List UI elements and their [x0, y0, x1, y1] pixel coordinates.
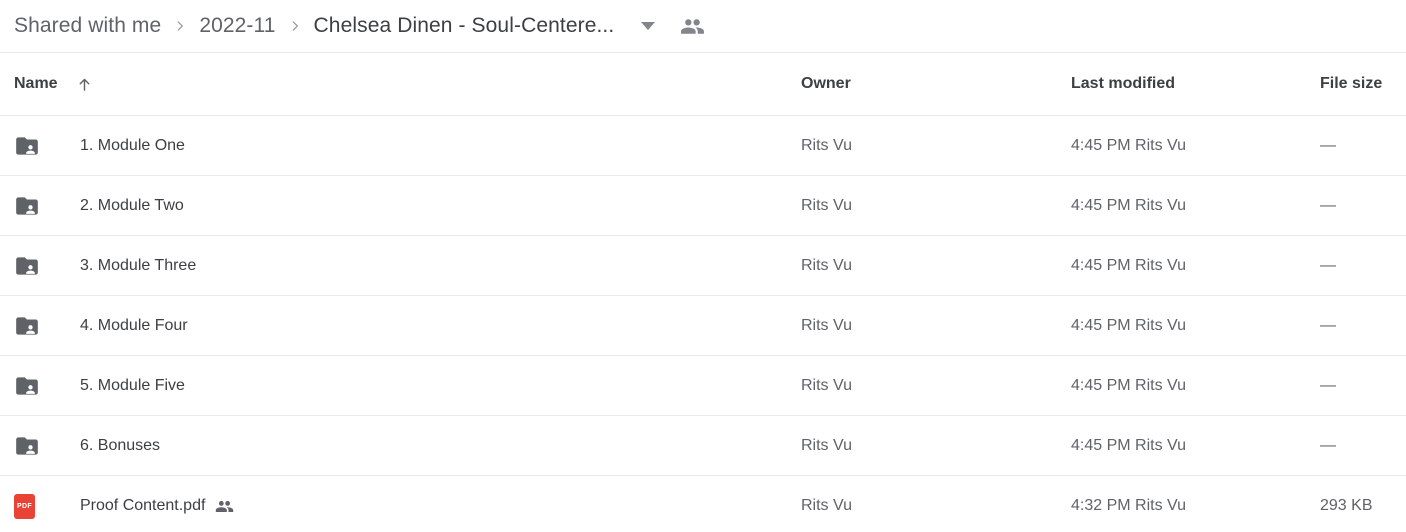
cell-name[interactable]: 5. Module Five [14, 356, 185, 416]
table-row[interactable]: 4. Module Four Rits Vu 4:45 PM Rits Vu — [0, 296, 1406, 356]
chevron-right-icon [276, 16, 314, 36]
table-header-row: Name Owner Last modified File size [0, 53, 1406, 116]
breadcrumb-item-current[interactable]: Chelsea Dinen - Soul-Centere... [314, 14, 615, 38]
column-header-last-modified[interactable]: Last modified [1071, 75, 1175, 93]
chevron-right-icon [161, 16, 199, 36]
shared-folder-icon [14, 313, 50, 339]
file-name-label: 6. Bonuses [80, 437, 161, 454]
breadcrumb-item-0[interactable]: Shared with me [14, 14, 161, 38]
shared-folder-icon [14, 373, 50, 399]
shared-folder-icon [14, 433, 50, 459]
cell-owner: Rits Vu [801, 317, 852, 334]
shared-folder-icon [14, 133, 50, 159]
file-name-label: 4. Module Four [80, 317, 188, 334]
shared-folder-icon [14, 193, 50, 219]
cell-file-size: — [1320, 257, 1336, 274]
table-row[interactable]: 5. Module Five Rits Vu 4:45 PM Rits Vu — [0, 356, 1406, 416]
arrow-up-icon[interactable] [76, 76, 93, 93]
cell-last-modified: 4:45 PM Rits Vu [1071, 257, 1187, 274]
file-list-table: Name Owner Last modified File size 1. Mo… [0, 53, 1406, 532]
table-row[interactable]: 1. Module One Rits Vu 4:45 PM Rits Vu — [0, 116, 1406, 176]
table-row[interactable]: PDF Proof Content.pdf Rits Vu 4:32 PM Rits … [0, 476, 1406, 532]
shared-people-icon [215, 497, 234, 516]
cell-file-size: — [1320, 437, 1336, 454]
column-header-file-size[interactable]: File size [1320, 75, 1382, 93]
file-name-label: 1. Module One [80, 137, 185, 154]
table-row[interactable]: 6. Bonuses Rits Vu 4:45 PM Rits Vu — [0, 416, 1406, 476]
cell-owner: Rits Vu [801, 257, 852, 274]
cell-file-size: — [1320, 197, 1336, 214]
cell-name[interactable]: 3. Module Three [14, 236, 196, 296]
cell-last-modified: 4:45 PM Rits Vu [1071, 317, 1187, 334]
cell-last-modified: 4:45 PM Rits Vu [1071, 437, 1187, 454]
people-icon[interactable] [672, 6, 712, 46]
cell-last-modified: 4:32 PM Rits Vu [1071, 497, 1187, 514]
breadcrumb: Shared with me 2022-11 Chelsea Dinen - S… [0, 0, 1406, 53]
shared-folder-icon [14, 253, 50, 279]
cell-name[interactable]: PDF Proof Content.pdf [14, 476, 234, 532]
table-row[interactable]: 2. Module Two Rits Vu 4:45 PM Rits Vu — [0, 176, 1406, 236]
table-body: 1. Module One Rits Vu 4:45 PM Rits Vu —2. M… [0, 116, 1406, 532]
cell-owner: Rits Vu [801, 197, 852, 214]
file-name-label: 2. Module Two [80, 197, 184, 214]
cell-last-modified: 4:45 PM Rits Vu [1071, 377, 1187, 394]
cell-file-size: — [1320, 137, 1336, 154]
chevron-down-icon[interactable] [628, 6, 668, 46]
file-name-label: 3. Module Three [80, 257, 197, 274]
breadcrumb-item-1[interactable]: 2022-11 [199, 14, 275, 38]
column-header-name[interactable]: Name [14, 75, 93, 93]
cell-owner: Rits Vu [801, 137, 852, 154]
cell-owner: Rits Vu [801, 437, 852, 454]
file-name-label: Proof Content.pdf [80, 497, 206, 514]
cell-file-size: — [1320, 377, 1336, 394]
column-header-owner[interactable]: Owner [801, 75, 851, 93]
cell-owner: Rits Vu [801, 377, 852, 394]
column-header-name-label: Name [14, 75, 58, 92]
pdf-file-icon: PDF [14, 493, 50, 519]
cell-owner: Rits Vu [801, 497, 852, 514]
cell-last-modified: 4:45 PM Rits Vu [1071, 137, 1187, 154]
cell-file-size: — [1320, 317, 1336, 334]
cell-name[interactable]: 6. Bonuses [14, 416, 160, 476]
cell-name[interactable]: 1. Module One [14, 116, 185, 176]
pdf-icon-label: PDF [14, 493, 35, 519]
cell-file-size: 293 KB [1320, 497, 1373, 514]
table-row[interactable]: 3. Module Three Rits Vu 4:45 PM Rits Vu — [0, 236, 1406, 296]
cell-name[interactable]: 4. Module Four [14, 296, 188, 356]
cell-name[interactable]: 2. Module Two [14, 176, 184, 236]
file-name-label: 5. Module Five [80, 377, 185, 394]
cell-last-modified: 4:45 PM Rits Vu [1071, 197, 1187, 214]
